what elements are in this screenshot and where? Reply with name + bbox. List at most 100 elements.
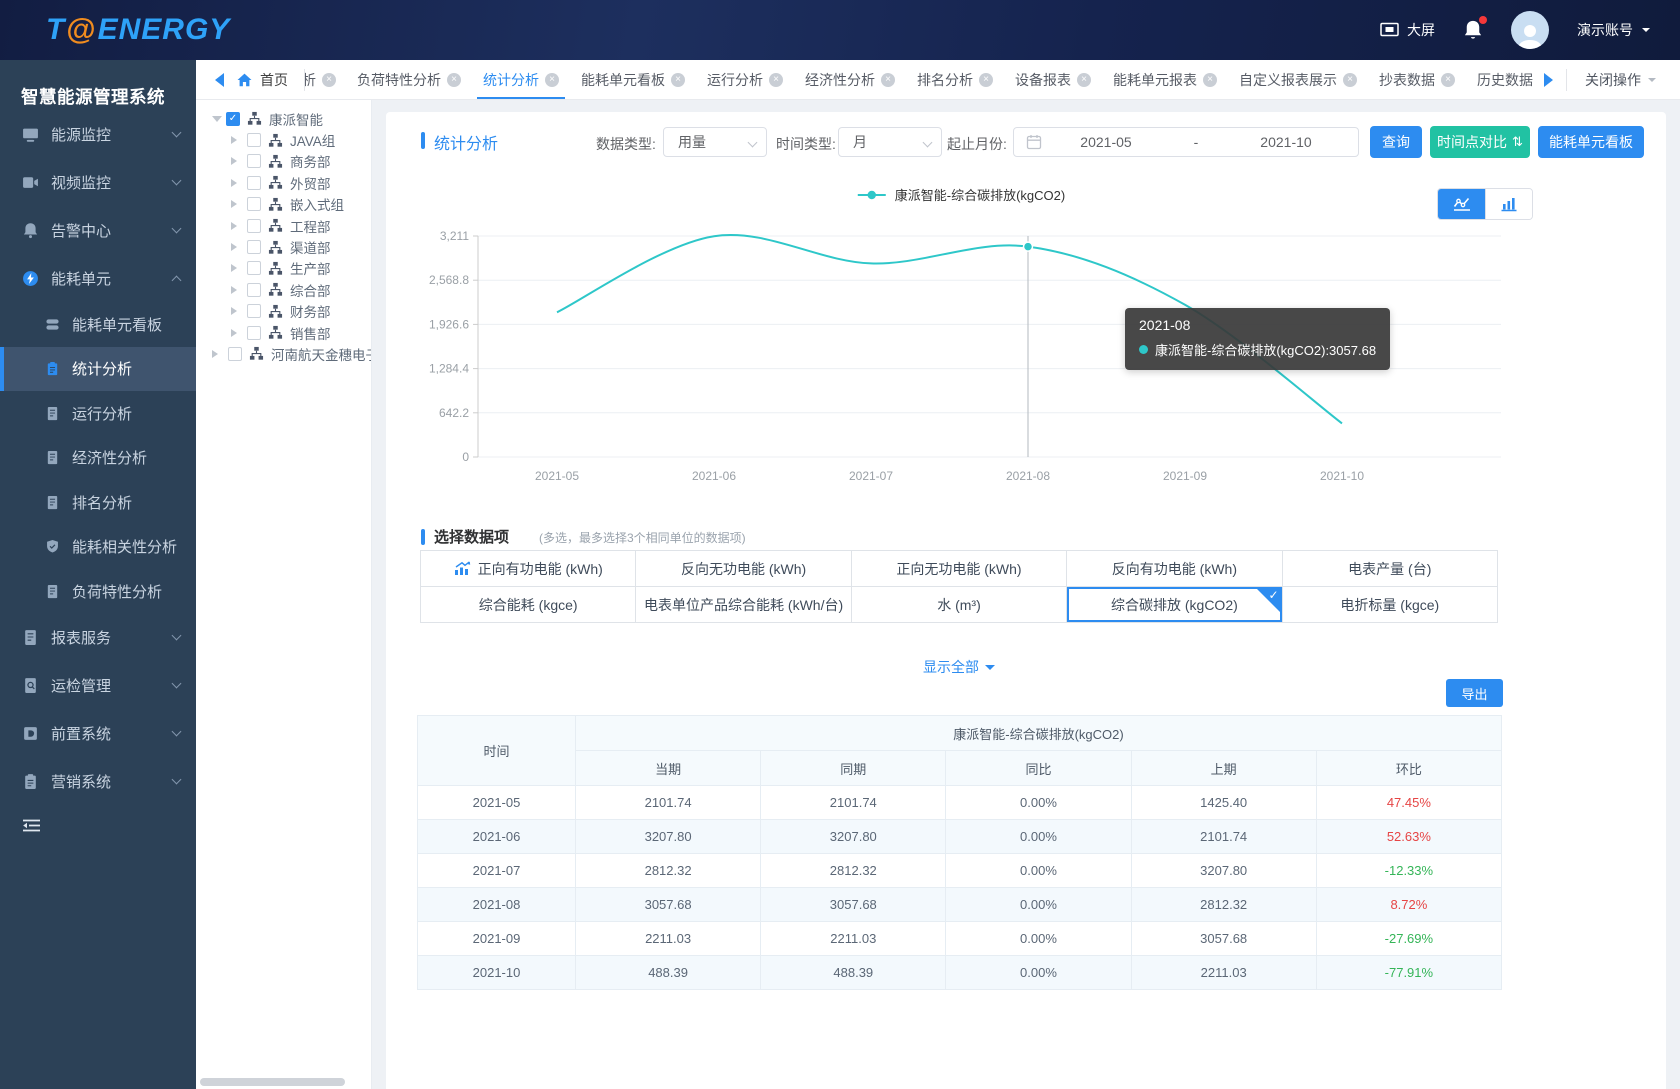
close-operations-menu[interactable]: 关闭操作 — [1566, 69, 1680, 91]
tab-close-icon[interactable]: × — [322, 73, 336, 87]
submenu-item[interactable]: 排名分析 — [0, 480, 196, 525]
tree-node[interactable]: 渠道部 — [196, 236, 371, 257]
line-chart-toggle-button[interactable] — [1438, 189, 1485, 219]
sidebar-item[interactable]: 营销系统 — [0, 758, 196, 806]
data-item-cell[interactable]: 电表产量 (台) — [1283, 551, 1498, 587]
data-item-cell[interactable]: 反向有功电能 (kWh) — [1067, 551, 1282, 587]
tab-close-icon[interactable]: × — [1441, 73, 1455, 87]
tab[interactable]: 经济性分析× — [799, 60, 901, 99]
tab[interactable]: 析× — [305, 60, 341, 99]
export-button[interactable]: 导出 — [1446, 679, 1503, 707]
tab[interactable]: 能耗单元报表× — [1107, 60, 1223, 99]
tab-close-icon[interactable]: × — [447, 73, 461, 87]
sidebar-item[interactable]: 告警中心 — [0, 206, 196, 254]
submenu-item[interactable]: 能耗相关性分析 — [0, 525, 196, 570]
data-item-cell[interactable]: 正向有功电能 (kWh) — [421, 551, 636, 587]
sidebar-item[interactable]: 运检管理 — [0, 662, 196, 710]
tree-checkbox[interactable] — [247, 176, 261, 190]
tree-checkbox[interactable] — [247, 261, 261, 275]
tree-caret-icon[interactable] — [231, 179, 241, 187]
sidebar-item[interactable]: 视频监控 — [0, 158, 196, 206]
data-item-cell[interactable]: 反向无功电能 (kWh) — [636, 551, 851, 587]
tree-node[interactable]: JAVA组 — [196, 129, 371, 150]
tree-caret-icon[interactable] — [231, 307, 241, 315]
tab-close-icon[interactable]: × — [1343, 73, 1357, 87]
tab-close-icon[interactable]: × — [881, 73, 895, 87]
date-range-input[interactable]: 2021-05 - 2021-10 — [1013, 127, 1359, 157]
tab-close-icon[interactable]: × — [979, 73, 993, 87]
submenu-item[interactable]: 经济性分析 — [0, 436, 196, 481]
tree-scrollbar[interactable] — [200, 1078, 345, 1086]
tree-node[interactable]: ✓康派智能 — [196, 108, 371, 129]
tree-node[interactable]: 综合部 — [196, 279, 371, 300]
unit-board-button[interactable]: 能耗单元看板 — [1538, 126, 1644, 158]
tree-checkbox[interactable] — [228, 347, 242, 361]
tab[interactable]: 运行分析× — [701, 60, 789, 99]
tree-caret-icon[interactable] — [231, 200, 241, 208]
tree-checkbox[interactable] — [247, 197, 261, 211]
show-all-link[interactable]: 显示全部 — [923, 657, 995, 677]
tree-caret-icon[interactable] — [231, 157, 241, 165]
tree-caret-icon[interactable] — [231, 222, 241, 230]
tab[interactable]: 统计分析× — [477, 60, 565, 99]
tree-caret-icon[interactable] — [231, 243, 241, 251]
tree-checkbox[interactable] — [247, 240, 261, 254]
tab[interactable]: 排名分析× — [911, 60, 999, 99]
sidebar-item[interactable]: 能源监控 — [0, 110, 196, 158]
tab[interactable]: 设备报表× — [1009, 60, 1097, 99]
notification-bell-icon[interactable] — [1463, 19, 1483, 41]
tree-checkbox[interactable] — [247, 133, 261, 147]
tab[interactable]: 历史数据× — [1471, 60, 1538, 99]
tab-close-icon[interactable]: × — [1077, 73, 1091, 87]
tree-checkbox[interactable] — [247, 304, 261, 318]
collapse-sidebar-icon[interactable] — [22, 818, 42, 833]
tab[interactable]: 抄表数据× — [1373, 60, 1461, 99]
bar-chart-toggle-button[interactable] — [1485, 189, 1532, 219]
account-menu[interactable]: 演示账号 — [1577, 20, 1650, 40]
data-item-cell[interactable]: 综合能耗 (kgce) — [421, 587, 636, 623]
tree-node[interactable]: 工程部 — [196, 215, 371, 236]
data-item-cell[interactable]: 综合碳排放 (kgCO2)✓ — [1067, 587, 1282, 623]
big-screen-button[interactable]: 大屏 — [1380, 20, 1435, 40]
tree-checkbox[interactable] — [247, 326, 261, 340]
chart-legend[interactable]: 康派智能-综合碳排放(kgCO2) — [857, 185, 1065, 204]
data-item-cell[interactable]: 正向无功电能 (kWh) — [852, 551, 1067, 587]
tree-node[interactable]: 嵌入式组 — [196, 194, 371, 215]
compare-button[interactable]: 时间点对比 ⇅ — [1430, 126, 1530, 158]
tree-node[interactable]: 生产部 — [196, 258, 371, 279]
time-type-select[interactable]: 月 — [838, 127, 942, 157]
tab[interactable]: 能耗单元看板× — [575, 60, 691, 99]
query-button[interactable]: 查询 — [1370, 126, 1422, 158]
submenu-item[interactable]: 统计分析 — [0, 347, 196, 392]
tab-close-icon[interactable]: × — [545, 73, 559, 87]
tree-caret-icon[interactable] — [231, 329, 241, 337]
tree-node[interactable]: 商务部 — [196, 151, 371, 172]
tab-close-icon[interactable]: × — [769, 73, 783, 87]
tabs-scroll-left-icon[interactable] — [208, 73, 224, 87]
tab[interactable]: 负荷特性分析× — [351, 60, 467, 99]
tree-caret-icon[interactable] — [231, 264, 241, 272]
home-tab[interactable]: 首页 — [232, 69, 305, 91]
tree-checkbox[interactable] — [247, 283, 261, 297]
tree-caret-icon[interactable] — [231, 286, 241, 294]
submenu-item[interactable]: 负荷特性分析 — [0, 569, 196, 614]
tree-node[interactable]: 财务部 — [196, 301, 371, 322]
data-type-select[interactable]: 用量 — [663, 127, 767, 157]
tab-close-icon[interactable]: × — [1203, 73, 1217, 87]
sidebar-item[interactable]: 前置系统 — [0, 710, 196, 758]
submenu-item[interactable]: 运行分析 — [0, 391, 196, 436]
tree-checkbox[interactable] — [247, 219, 261, 233]
tree-caret-icon[interactable] — [212, 350, 222, 358]
tabs-scroll-right-icon[interactable] — [1544, 73, 1560, 87]
tree-node[interactable]: 销售部 — [196, 322, 371, 343]
data-item-cell[interactable]: 电折标量 (kgce) — [1283, 587, 1498, 623]
tree-checkbox[interactable] — [247, 154, 261, 168]
tab-close-icon[interactable]: × — [671, 73, 685, 87]
data-item-cell[interactable]: 电表单位产品综合能耗 (kWh/台) — [636, 587, 851, 623]
sidebar-item[interactable]: 报表服务 — [0, 614, 196, 662]
tree-checkbox[interactable]: ✓ — [226, 112, 240, 126]
data-item-cell[interactable]: 水 (m³) — [852, 587, 1067, 623]
tab[interactable]: 自定义报表展示× — [1233, 60, 1363, 99]
tree-node[interactable]: 外贸部 — [196, 172, 371, 193]
avatar[interactable] — [1511, 11, 1549, 49]
